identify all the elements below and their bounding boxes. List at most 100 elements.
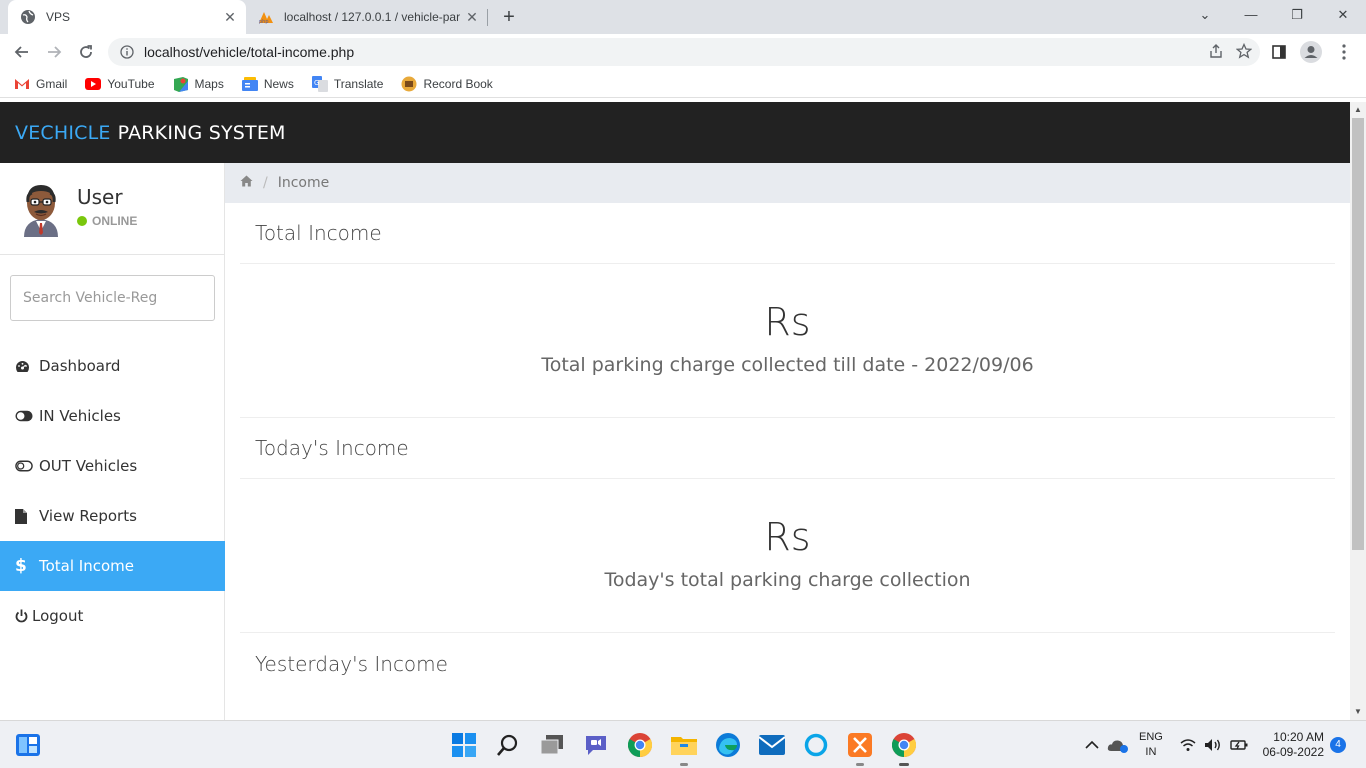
- bookmark-youtube[interactable]: YouTube: [85, 76, 155, 92]
- mail-icon[interactable]: [758, 731, 786, 759]
- chrome-running-icon[interactable]: [890, 731, 918, 766]
- language-indicator[interactable]: ENG IN: [1139, 721, 1163, 768]
- date-text: 06-09-2022: [1262, 745, 1324, 759]
- sidebar-item-logout[interactable]: Logout: [0, 591, 225, 641]
- menu-button[interactable]: [1330, 38, 1358, 66]
- show-hidden-icons[interactable]: [1084, 721, 1100, 768]
- income-amount: Rs: [764, 300, 811, 344]
- clock[interactable]: 10:20 AM 06-09-2022: [1258, 721, 1324, 768]
- tab-vps[interactable]: VPS ✕: [8, 0, 246, 34]
- sidebar-item-label: Logout: [32, 607, 84, 625]
- xampp-icon[interactable]: [846, 731, 874, 766]
- panel-title: Yesterday's Income: [255, 651, 448, 676]
- record-book-icon: [401, 76, 417, 92]
- main-content: / Income Total Income Rs Total parking c…: [225, 163, 1350, 720]
- user-name: User: [77, 185, 123, 209]
- restore-button[interactable]: ❐: [1274, 0, 1320, 32]
- bookmark-label: News: [263, 76, 294, 91]
- widgets-icon[interactable]: [14, 731, 42, 759]
- scroll-down-icon[interactable]: ▼: [1350, 704, 1366, 720]
- panel-body: Rs Total parking charge collected till d…: [240, 264, 1335, 418]
- forward-button[interactable]: [40, 38, 68, 66]
- toggle-on-icon: [15, 410, 33, 422]
- status-text: ONLINE: [92, 214, 138, 228]
- user-info: User ONLINE: [0, 163, 224, 255]
- windows-taskbar: ENG IN 10:20 AM 06-09-2022 4: [0, 720, 1366, 768]
- bookmark-record-book[interactable]: Record Book: [401, 76, 493, 92]
- file-explorer-icon[interactable]: [670, 731, 698, 766]
- task-view-icon[interactable]: [538, 731, 566, 759]
- panel-body: Rs Today's total parking charge collecti…: [240, 479, 1335, 633]
- sidebar-item-view-reports[interactable]: View Reports: [0, 491, 225, 541]
- bookmark-maps[interactable]: Maps: [173, 76, 224, 92]
- file-icon: [15, 508, 33, 524]
- sidebar-item-out-vehicles[interactable]: OUT Vehicles: [0, 441, 225, 491]
- gmail-icon: [14, 76, 30, 92]
- tab-title: VPS: [46, 10, 71, 24]
- new-tab-button[interactable]: +: [498, 4, 520, 30]
- app-header: VECHICLE PARKING SYSTEM: [0, 102, 1350, 163]
- quick-settings[interactable]: [1180, 721, 1248, 768]
- sidebar-item-total-income[interactable]: $ Total Income: [0, 541, 225, 591]
- bookmark-label: YouTube: [107, 76, 155, 91]
- info-icon[interactable]: [120, 45, 134, 59]
- sidebar-item-label: IN Vehicles: [39, 407, 121, 425]
- share-icon[interactable]: [1208, 43, 1224, 64]
- start-icon[interactable]: [450, 731, 478, 759]
- maps-icon: [173, 76, 189, 92]
- address-bar[interactable]: localhost/vehicle/total-income.php: [108, 38, 1260, 66]
- breadcrumb: / Income: [225, 163, 1350, 203]
- translate-icon: G: [311, 75, 328, 92]
- panel-title: Today's Income: [240, 418, 1335, 479]
- close-window-button[interactable]: ✕: [1320, 0, 1366, 32]
- running-indicator: [856, 763, 864, 766]
- profile-button[interactable]: [1297, 38, 1325, 66]
- tab-phpmyadmin[interactable]: php localhost / 127.0.0.1 / vehicle-par …: [248, 0, 488, 34]
- scrollbar-thumb[interactable]: [1352, 118, 1364, 550]
- dollar-icon: $: [15, 556, 27, 576]
- browser-toolbar: localhost/vehicle/total-income.php: [0, 34, 1366, 70]
- bookmark-label: Gmail: [36, 76, 68, 91]
- globe-icon: [20, 9, 36, 25]
- news-icon: [241, 76, 258, 92]
- sidebar-item-label: View Reports: [39, 507, 137, 525]
- tab-search-icon[interactable]: ⌄: [1182, 0, 1228, 32]
- breadcrumb-separator: /: [263, 175, 268, 191]
- tab-separator: [487, 9, 488, 26]
- home-icon[interactable]: [240, 175, 253, 191]
- tab-close-icon[interactable]: ✕: [462, 9, 482, 26]
- total-income-panel: Total Income Rs Total parking charge col…: [240, 203, 1335, 418]
- time-text: 10:20 AM: [1273, 730, 1324, 744]
- sidebar-item-dashboard[interactable]: Dashboard: [0, 341, 225, 391]
- tab-close-icon[interactable]: ✕: [220, 9, 240, 26]
- page-viewport: VECHICLE PARKING SYSTEM User ONLINE Sear…: [0, 102, 1350, 720]
- search-icon[interactable]: [494, 731, 522, 759]
- side-panel-button[interactable]: [1265, 38, 1293, 66]
- yesterdays-income-panel: Yesterday's Income: [240, 633, 1335, 694]
- onedrive-icon[interactable]: [1107, 721, 1129, 768]
- back-button[interactable]: [8, 38, 36, 66]
- chrome-icon[interactable]: [626, 731, 654, 759]
- bookmark-news[interactable]: News: [241, 76, 294, 92]
- breadcrumb-current: Income: [277, 175, 330, 191]
- forward-arrow-icon: [48, 46, 62, 58]
- sidebar-item-in-vehicles[interactable]: IN Vehicles: [0, 391, 225, 441]
- edge-icon[interactable]: [714, 731, 742, 759]
- scroll-up-icon[interactable]: ▲: [1350, 102, 1366, 118]
- bookmark-gmail[interactable]: Gmail: [14, 76, 67, 92]
- sidebar-item-label: OUT Vehicles: [39, 457, 138, 475]
- reload-button[interactable]: [72, 38, 100, 66]
- teams-chat-icon[interactable]: [582, 731, 610, 759]
- minimize-button[interactable]: —: [1228, 0, 1274, 32]
- bookmark-star-icon[interactable]: [1235, 42, 1253, 64]
- page-scrollbar[interactable]: ▲ ▼: [1350, 102, 1366, 720]
- svg-text:php: php: [259, 19, 269, 24]
- income-amount: Rs: [764, 515, 811, 559]
- search-vehicle-input[interactable]: [11, 276, 214, 320]
- cortana-icon[interactable]: [802, 731, 830, 759]
- notification-badge[interactable]: 4: [1330, 737, 1346, 753]
- bookmark-translate[interactable]: G Translate: [311, 75, 384, 92]
- bookmark-label: Translate: [333, 76, 384, 91]
- battery-icon: [1230, 740, 1248, 750]
- region-text: IN: [1145, 746, 1157, 758]
